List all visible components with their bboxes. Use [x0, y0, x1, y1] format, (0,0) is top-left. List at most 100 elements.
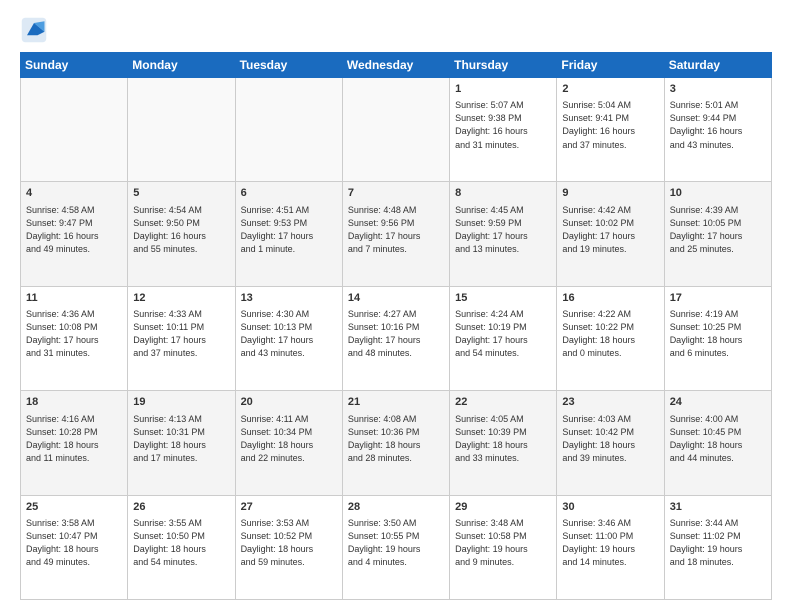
day-number: 21 [348, 395, 444, 410]
day-number: 3 [670, 82, 766, 97]
calendar-day-cell: 8Sunrise: 4:45 AM Sunset: 9:59 PM Daylig… [450, 182, 557, 286]
calendar-week-row: 1 Sunrise: 5:07 AM Sunset: 9:38 PM Daylig… [21, 78, 772, 182]
calendar-day-cell: 2 Sunrise: 5:04 AM Sunset: 9:41 PM Daylig… [557, 78, 664, 182]
day-info: Sunrise: 5:01 AM Sunset: 9:44 PM Dayligh… [670, 99, 766, 151]
day-number: 28 [348, 500, 444, 515]
calendar-day-cell: 17 Sunrise: 4:19 AM Sunset: 10:25 PM Dayl… [664, 286, 771, 390]
calendar-day-cell: 27 Sunrise: 3:53 AM Sunset: 10:52 PM Dayl… [235, 495, 342, 599]
day-info: Sunrise: 3:53 AM Sunset: 10:52 PM Daylig… [241, 517, 337, 569]
day-info: Sunrise: 4:58 AM Sunset: 9:47 PM Dayligh… [26, 204, 122, 256]
day-number: 5 [133, 186, 229, 201]
calendar-day-cell: 5 Sunrise: 4:54 AM Sunset: 9:50 PM Daylig… [128, 182, 235, 286]
day-number: 16 [562, 291, 658, 306]
logo-icon [20, 16, 48, 44]
day-info: Sunrise: 3:55 AM Sunset: 10:50 PM Daylig… [133, 517, 229, 569]
calendar-week-row: 4 Sunrise: 4:58 AM Sunset: 9:47 PM Daylig… [21, 182, 772, 286]
day-info: Sunrise: 3:46 AM Sunset: 11:00 PM Daylig… [562, 517, 658, 569]
calendar-table: SundayMondayTuesdayWednesdayThursdayFrid… [20, 52, 772, 600]
day-info: Sunrise: 4:33 AM Sunset: 10:11 PM Daylig… [133, 308, 229, 360]
day-info: Sunrise: 4:27 AM Sunset: 10:16 PM Daylig… [348, 308, 444, 360]
day-number: 7 [348, 186, 444, 201]
calendar-day-cell [21, 78, 128, 182]
calendar-day-cell: 4 Sunrise: 4:58 AM Sunset: 9:47 PM Daylig… [21, 182, 128, 286]
day-info: Sunrise: 5:07 AM Sunset: 9:38 PM Dayligh… [455, 99, 551, 151]
day-number: 9 [562, 186, 658, 201]
calendar-day-cell: 12 Sunrise: 4:33 AM Sunset: 10:11 PM Dayl… [128, 286, 235, 390]
calendar-day-cell: 10 Sunrise: 4:39 AM Sunset: 10:05 PM Dayl… [664, 182, 771, 286]
day-info: Sunrise: 4:16 AM Sunset: 10:28 PM Daylig… [26, 413, 122, 465]
logo [20, 16, 52, 44]
day-info: Sunrise: 4:22 AM Sunset: 10:22 PM Daylig… [562, 308, 658, 360]
day-info: Sunrise: 3:50 AM Sunset: 10:55 PM Daylig… [348, 517, 444, 569]
day-info: Sunrise: 4:08 AM Sunset: 10:36 PM Daylig… [348, 413, 444, 465]
weekday-header: Tuesday [235, 53, 342, 78]
day-number: 12 [133, 291, 229, 306]
calendar-day-cell: 24Sunrise: 4:00 AM Sunset: 10:45 PM Dayl… [664, 391, 771, 495]
calendar-day-cell: 28 Sunrise: 3:50 AM Sunset: 10:55 PM Dayl… [342, 495, 449, 599]
day-number: 20 [241, 395, 337, 410]
calendar-day-cell: 9 Sunrise: 4:42 AM Sunset: 10:02 PM Dayli… [557, 182, 664, 286]
calendar-day-cell: 3 Sunrise: 5:01 AM Sunset: 9:44 PM Daylig… [664, 78, 771, 182]
day-number: 13 [241, 291, 337, 306]
page-header [20, 16, 772, 44]
calendar-day-cell: 20 Sunrise: 4:11 AM Sunset: 10:34 PM Dayl… [235, 391, 342, 495]
day-info: Sunrise: 3:44 AM Sunset: 11:02 PM Daylig… [670, 517, 766, 569]
day-number: 31 [670, 500, 766, 515]
day-info: Sunrise: 4:03 AM Sunset: 10:42 PM Daylig… [562, 413, 658, 465]
day-number: 22 [455, 395, 551, 410]
calendar-week-row: 25 Sunrise: 3:58 AM Sunset: 10:47 PM Dayl… [21, 495, 772, 599]
day-number: 1 [455, 82, 551, 97]
day-info: Sunrise: 4:39 AM Sunset: 10:05 PM Daylig… [670, 204, 766, 256]
calendar-day-cell: 29 Sunrise: 3:48 AM Sunset: 10:58 PM Dayl… [450, 495, 557, 599]
calendar-day-cell: 18Sunrise: 4:16 AM Sunset: 10:28 PM Dayl… [21, 391, 128, 495]
day-number: 15 [455, 291, 551, 306]
day-info: Sunrise: 4:19 AM Sunset: 10:25 PM Daylig… [670, 308, 766, 360]
weekday-header: Wednesday [342, 53, 449, 78]
day-info: Sunrise: 4:48 AM Sunset: 9:56 PM Dayligh… [348, 204, 444, 256]
day-number: 14 [348, 291, 444, 306]
day-number: 23 [562, 395, 658, 410]
weekday-header: Friday [557, 53, 664, 78]
calendar-week-row: 11Sunrise: 4:36 AM Sunset: 10:08 PM Dayl… [21, 286, 772, 390]
day-info: Sunrise: 4:13 AM Sunset: 10:31 PM Daylig… [133, 413, 229, 465]
day-number: 10 [670, 186, 766, 201]
calendar-day-cell: 21 Sunrise: 4:08 AM Sunset: 10:36 PM Dayl… [342, 391, 449, 495]
calendar-day-cell: 30 Sunrise: 3:46 AM Sunset: 11:00 PM Dayl… [557, 495, 664, 599]
day-number: 4 [26, 186, 122, 201]
calendar-day-cell: 15 Sunrise: 4:24 AM Sunset: 10:19 PM Dayl… [450, 286, 557, 390]
weekday-header: Saturday [664, 53, 771, 78]
day-info: Sunrise: 4:24 AM Sunset: 10:19 PM Daylig… [455, 308, 551, 360]
calendar-day-cell: 31 Sunrise: 3:44 AM Sunset: 11:02 PM Dayl… [664, 495, 771, 599]
day-number: 8 [455, 186, 551, 201]
day-number: 24 [670, 395, 766, 410]
calendar-day-cell [235, 78, 342, 182]
calendar-day-cell: 19Sunrise: 4:13 AM Sunset: 10:31 PM Dayl… [128, 391, 235, 495]
weekday-header: Sunday [21, 53, 128, 78]
day-info: Sunrise: 3:58 AM Sunset: 10:47 PM Daylig… [26, 517, 122, 569]
day-info: Sunrise: 3:48 AM Sunset: 10:58 PM Daylig… [455, 517, 551, 569]
day-info: Sunrise: 4:42 AM Sunset: 10:02 PM Daylig… [562, 204, 658, 256]
day-number: 30 [562, 500, 658, 515]
day-number: 29 [455, 500, 551, 515]
calendar-header-row: SundayMondayTuesdayWednesdayThursdayFrid… [21, 53, 772, 78]
calendar-day-cell: 1 Sunrise: 5:07 AM Sunset: 9:38 PM Daylig… [450, 78, 557, 182]
day-info: Sunrise: 4:30 AM Sunset: 10:13 PM Daylig… [241, 308, 337, 360]
day-info: Sunrise: 4:11 AM Sunset: 10:34 PM Daylig… [241, 413, 337, 465]
calendar-day-cell [128, 78, 235, 182]
day-number: 17 [670, 291, 766, 306]
calendar-day-cell: 13 Sunrise: 4:30 AM Sunset: 10:13 PM Dayl… [235, 286, 342, 390]
day-info: Sunrise: 4:54 AM Sunset: 9:50 PM Dayligh… [133, 204, 229, 256]
calendar-day-cell: 25 Sunrise: 3:58 AM Sunset: 10:47 PM Dayl… [21, 495, 128, 599]
calendar-day-cell: 22 Sunrise: 4:05 AM Sunset: 10:39 PM Dayl… [450, 391, 557, 495]
day-number: 2 [562, 82, 658, 97]
day-info: Sunrise: 4:05 AM Sunset: 10:39 PM Daylig… [455, 413, 551, 465]
calendar-day-cell: 6Sunrise: 4:51 AM Sunset: 9:53 PM Daylig… [235, 182, 342, 286]
day-number: 27 [241, 500, 337, 515]
day-info: Sunrise: 4:51 AM Sunset: 9:53 PM Dayligh… [241, 204, 337, 256]
calendar-day-cell: 7 Sunrise: 4:48 AM Sunset: 9:56 PM Daylig… [342, 182, 449, 286]
day-number: 11 [26, 291, 122, 306]
day-info: Sunrise: 5:04 AM Sunset: 9:41 PM Dayligh… [562, 99, 658, 151]
day-number: 25 [26, 500, 122, 515]
calendar-day-cell: 11Sunrise: 4:36 AM Sunset: 10:08 PM Dayl… [21, 286, 128, 390]
day-number: 26 [133, 500, 229, 515]
